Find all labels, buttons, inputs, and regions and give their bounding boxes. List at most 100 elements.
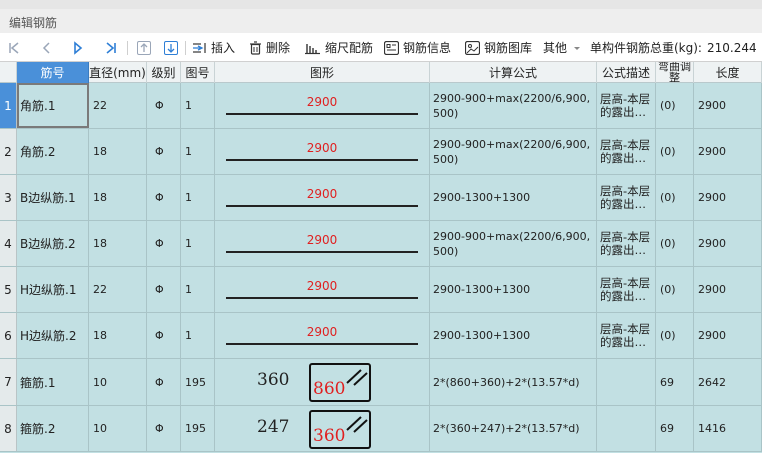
col-header-shape[interactable]: 图形 <box>215 62 430 83</box>
cell-shape[interactable]: 2900 <box>215 175 430 220</box>
cell-length[interactable]: 1416 <box>694 406 762 451</box>
cell-shape[interactable]: 2900 <box>215 221 430 266</box>
col-header-figno[interactable]: 图号 <box>181 62 215 83</box>
row-number[interactable]: 2 <box>0 129 17 174</box>
cell-desc[interactable] <box>597 406 656 451</box>
cell-shape[interactable]: 2900 <box>215 129 430 174</box>
cell-figno[interactable]: 1 <box>181 175 215 220</box>
cell-formula[interactable]: 2*(860+360)+2*(13.57*d) <box>430 359 597 405</box>
cell-desc[interactable]: 层高-本层的露出… <box>597 175 656 220</box>
cell-grade[interactable]: Φ <box>147 359 181 405</box>
cell-diameter[interactable]: 18 <box>89 129 147 174</box>
cell-length[interactable]: 2900 <box>694 313 762 358</box>
prev-record-button[interactable] <box>41 33 51 62</box>
cell-diameter[interactable]: 22 <box>89 267 147 312</box>
cell-figno[interactable]: 1 <box>181 221 215 266</box>
table-row[interactable]: 4 B边纵筋.2 18 Φ 1 2900 2900-900+max(2200/6,900,5… <box>0 221 762 267</box>
table-row[interactable]: 5 H边纵筋.1 22 Φ 1 2900 2900-1300+1300 层高-本层的露出… (0… <box>0 267 762 313</box>
cell-desc[interactable]: 层高-本层的露出… <box>597 129 656 174</box>
table-row[interactable]: 1 角筋.1 22 Φ 1 2900 2900-900+max(2200/6,900,500… <box>0 83 762 129</box>
move-down-button[interactable] <box>164 33 178 62</box>
cell-name[interactable]: B边纵筋.1 <box>17 175 89 220</box>
cell-desc[interactable]: 层高-本层的露出… <box>597 221 656 266</box>
scale-rebar-button[interactable]: 缩尺配筋 <box>304 33 373 62</box>
cell-grade[interactable]: Φ <box>147 83 181 128</box>
cell-shape[interactable]: 2900 <box>215 83 430 128</box>
move-up-button[interactable] <box>137 33 151 62</box>
cell-length[interactable]: 2642 <box>694 359 762 405</box>
cell-grade[interactable]: Φ <box>147 175 181 220</box>
row-number[interactable]: 3 <box>0 175 17 220</box>
cell-formula[interactable]: 2900-900+max(2200/6,900,500) <box>430 83 597 128</box>
other-menu-button[interactable]: 其他 <box>543 33 582 62</box>
row-number[interactable]: 8 <box>0 406 17 451</box>
cell-name[interactable]: 箍筋.2 <box>17 406 89 451</box>
cell-figno[interactable]: 195 <box>181 406 215 451</box>
cell-diameter[interactable]: 10 <box>89 359 147 405</box>
cell-diameter[interactable]: 18 <box>89 313 147 358</box>
first-record-button[interactable] <box>8 33 20 62</box>
cell-formula[interactable]: 2900-1300+1300 <box>430 267 597 312</box>
col-header-length[interactable]: 长度 <box>694 62 762 83</box>
cell-bend[interactable]: (0) <box>656 313 694 358</box>
cell-bend[interactable]: (0) <box>656 83 694 128</box>
table-row[interactable]: 6 H边纵筋.2 18 Φ 1 2900 2900-1300+1300 层高-本层的露出… (0… <box>0 313 762 359</box>
cell-shape[interactable]: 2900 <box>215 313 430 358</box>
cell-grade[interactable]: Φ <box>147 267 181 312</box>
cell-grade[interactable]: Φ <box>147 129 181 174</box>
cell-diameter[interactable]: 18 <box>89 221 147 266</box>
cell-name[interactable]: B边纵筋.2 <box>17 221 89 266</box>
rebar-library-button[interactable]: 钢筋图库 <box>465 33 532 62</box>
col-header-desc[interactable]: 公式描述 <box>597 62 656 83</box>
cell-desc[interactable]: 层高-本层的露出… <box>597 267 656 312</box>
cell-length[interactable]: 2900 <box>694 221 762 266</box>
delete-button[interactable]: 删除 <box>249 33 290 62</box>
cell-name[interactable]: H边纵筋.1 <box>17 267 89 312</box>
rebar-info-button[interactable]: 钢筋信息 <box>384 33 451 62</box>
row-number[interactable]: 5 <box>0 267 17 312</box>
cell-formula[interactable]: 2900-900+max(2200/6,900,500) <box>430 221 597 266</box>
cell-name[interactable]: 箍筋.1 <box>17 359 89 405</box>
cell-figno[interactable]: 1 <box>181 83 215 128</box>
insert-button[interactable]: 插入 <box>192 33 235 62</box>
row-number[interactable]: 6 <box>0 313 17 358</box>
cell-desc[interactable]: 层高-本层的露出… <box>597 313 656 358</box>
col-header-grade[interactable]: 级别 <box>147 62 181 83</box>
cell-formula[interactable]: 2900-1300+1300 <box>430 313 597 358</box>
last-record-button[interactable] <box>105 33 117 62</box>
cell-length[interactable]: 2900 <box>694 129 762 174</box>
cell-name[interactable]: 角筋.2 <box>17 129 89 174</box>
cell-bend[interactable]: (0) <box>656 221 694 266</box>
col-header-formula[interactable]: 计算公式 <box>430 62 597 83</box>
cell-shape[interactable]: 247 360 <box>215 406 430 451</box>
cell-figno[interactable]: 1 <box>181 129 215 174</box>
cell-shape[interactable]: 2900 <box>215 267 430 312</box>
cell-formula[interactable]: 2900-1300+1300 <box>430 175 597 220</box>
cell-name[interactable]: 角筋.1 <box>17 83 89 128</box>
col-header-name[interactable]: 筋号 <box>17 62 89 83</box>
cell-formula[interactable]: 2900-900+max(2200/6,900,500) <box>430 129 597 174</box>
table-row[interactable]: 2 角筋.2 18 Φ 1 2900 2900-900+max(2200/6,900,500… <box>0 129 762 175</box>
cell-grade[interactable]: Φ <box>147 406 181 451</box>
cell-figno[interactable]: 1 <box>181 313 215 358</box>
cell-figno[interactable]: 1 <box>181 267 215 312</box>
cell-diameter[interactable]: 22 <box>89 83 147 128</box>
row-number[interactable]: 1 <box>0 83 17 128</box>
cell-bend[interactable]: (0) <box>656 175 694 220</box>
cell-bend[interactable]: (0) <box>656 129 694 174</box>
table-row[interactable]: 3 B边纵筋.1 18 Φ 1 2900 2900-1300+1300 层高-本层的露出… (0… <box>0 175 762 221</box>
cell-length[interactable]: 2900 <box>694 175 762 220</box>
cell-bend[interactable]: 69 <box>656 406 694 451</box>
cell-diameter[interactable]: 18 <box>89 175 147 220</box>
cell-figno[interactable]: 195 <box>181 359 215 405</box>
cell-name[interactable]: H边纵筋.2 <box>17 313 89 358</box>
cell-desc[interactable] <box>597 359 656 405</box>
cell-bend[interactable]: 69 <box>656 359 694 405</box>
cell-diameter[interactable]: 10 <box>89 406 147 451</box>
cell-shape[interactable]: 360 860 <box>215 359 430 405</box>
table-row[interactable]: 7 箍筋.1 10 Φ 195 360 860 2*(860+360)+2*(13.57*d)… <box>0 359 762 406</box>
cell-bend[interactable]: (0) <box>656 267 694 312</box>
table-row[interactable]: 8 箍筋.2 10 Φ 195 247 360 2*(360+247)+2*(13.57*d)… <box>0 406 762 452</box>
col-header-diameter[interactable]: 直径(mm) <box>89 62 147 83</box>
cell-desc[interactable]: 层高-本层的露出… <box>597 83 656 128</box>
